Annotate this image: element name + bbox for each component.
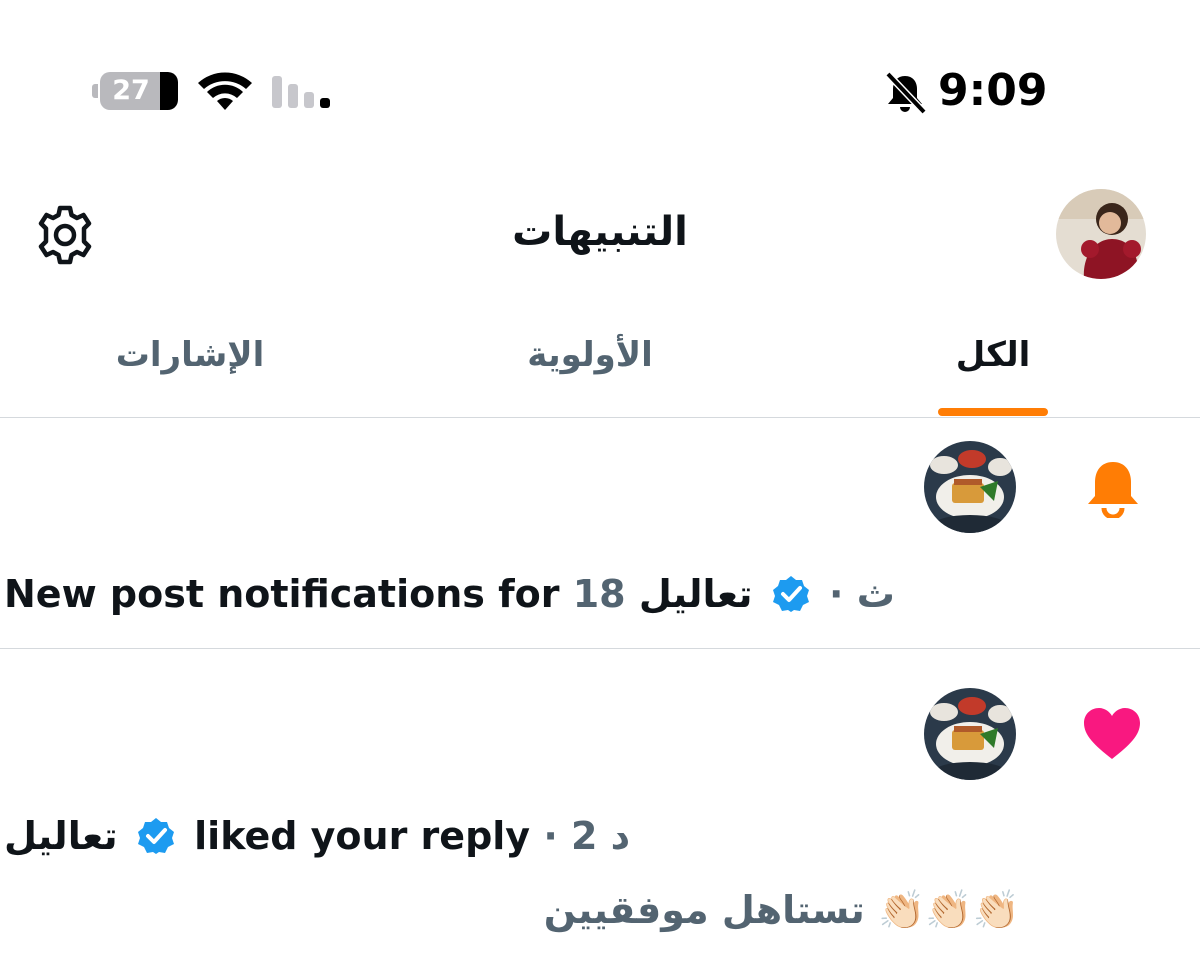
battery-icon: 27 bbox=[92, 72, 178, 110]
tab-priority[interactable]: الأولوية bbox=[480, 322, 700, 388]
tab-all[interactable]: الكل bbox=[900, 322, 1086, 388]
account-name[interactable]: تعاليل bbox=[4, 814, 118, 858]
wifi-icon bbox=[198, 72, 252, 110]
bell-muted-icon bbox=[885, 71, 927, 115]
reply-text[interactable]: تستاهل موفقيين 👏🏻👏🏻👏🏻 bbox=[460, 880, 1020, 940]
account-name[interactable]: تعاليل bbox=[639, 572, 753, 616]
verified-badge-icon bbox=[137, 818, 174, 854]
account-avatar[interactable] bbox=[924, 688, 1016, 780]
heart-icon bbox=[1084, 708, 1140, 759]
clock: 9:09 bbox=[938, 65, 1048, 116]
notification-message: New post notifications for bbox=[4, 572, 560, 616]
cellular-signal-icon bbox=[272, 76, 330, 108]
row-divider bbox=[0, 648, 1200, 649]
separator: · bbox=[543, 814, 558, 858]
tab-mentions[interactable]: الإشارات bbox=[80, 322, 300, 388]
notification-text[interactable]: New post notifications for 18 ث · تعاليل bbox=[4, 566, 895, 622]
verified-badge-icon bbox=[772, 576, 809, 612]
profile-avatar[interactable] bbox=[1056, 189, 1146, 279]
notification-message: liked your reply bbox=[194, 814, 531, 858]
notification-time: 2 د bbox=[570, 814, 631, 858]
bell-icon bbox=[1088, 462, 1138, 518]
gear-icon[interactable] bbox=[34, 204, 96, 266]
tabs-divider bbox=[0, 417, 1200, 418]
notification-text[interactable]: تعاليل liked your reply · 2 د bbox=[4, 808, 630, 864]
page-title: التنبيهات bbox=[512, 209, 688, 255]
selected-tab-indicator bbox=[938, 408, 1048, 416]
separator: · bbox=[829, 572, 844, 616]
battery-level: 27 bbox=[112, 75, 150, 106]
account-avatar[interactable] bbox=[924, 441, 1016, 533]
